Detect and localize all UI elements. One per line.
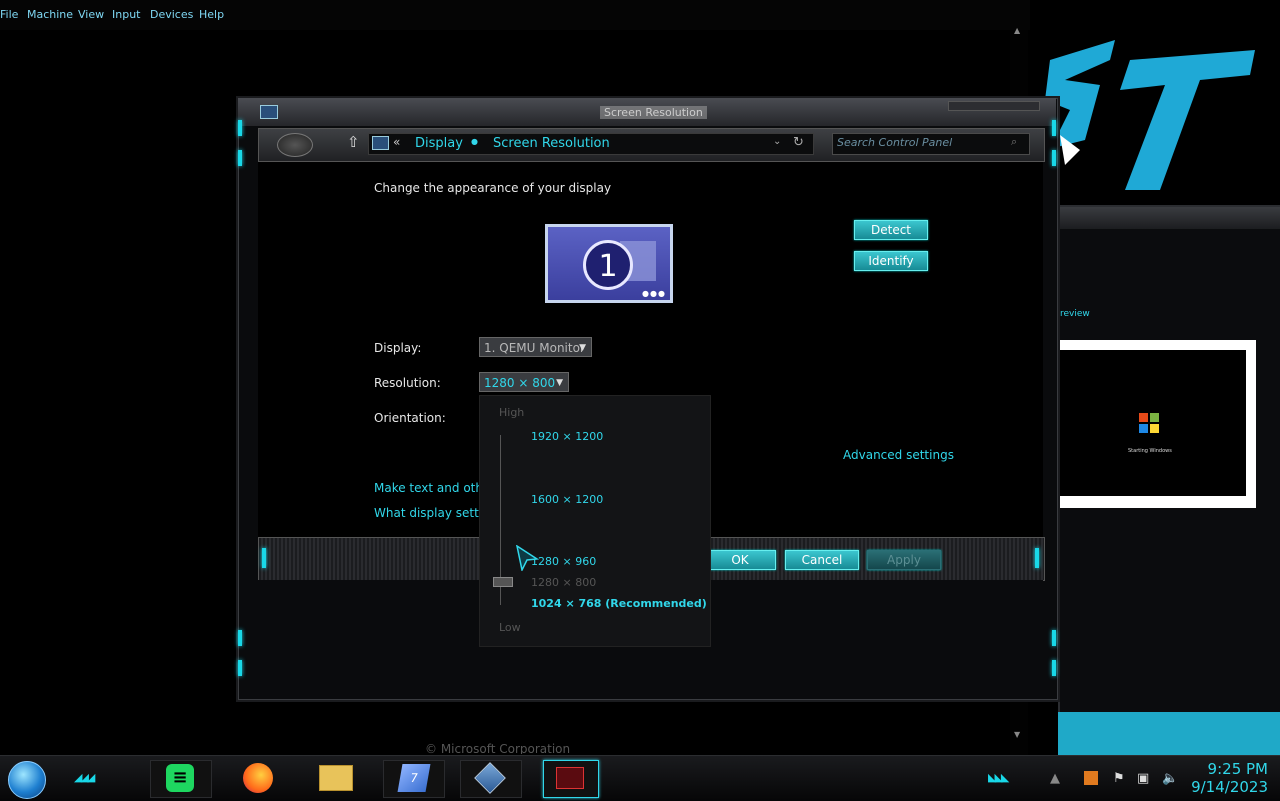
network-icon[interactable]: ▣ bbox=[1137, 771, 1149, 786]
wallpaper-logo-graphic bbox=[1045, 40, 1255, 190]
text-size-link[interactable]: Make text and other bbox=[374, 481, 495, 495]
background-window-link[interactable]: review bbox=[1060, 309, 1090, 319]
menu-view[interactable]: View bbox=[78, 8, 104, 21]
search-icon[interactable]: ⌕ bbox=[1011, 135, 1017, 149]
windows-7-app-icon[interactable]: 7 bbox=[394, 762, 434, 794]
virtualbox-icon[interactable] bbox=[470, 762, 510, 794]
detect-button[interactable]: Detect bbox=[854, 220, 928, 240]
menu-machine[interactable]: Machine bbox=[27, 8, 73, 21]
boot-preview-caption: Starting Windows bbox=[1128, 448, 1172, 454]
file-explorer-icon[interactable] bbox=[316, 762, 356, 794]
copyright-text: © Microsoft Corporation bbox=[425, 742, 571, 754]
frame-accent bbox=[1052, 630, 1056, 646]
display-select-value: 1. QEMU Monitor bbox=[484, 341, 585, 355]
orientation-label: Orientation: bbox=[374, 411, 446, 425]
menu-file[interactable]: File bbox=[0, 8, 18, 21]
resolution-label: Resolution: bbox=[374, 376, 441, 390]
breadcrumb-bullet: ● bbox=[471, 137, 478, 146]
page-heading: Change the appearance of your display bbox=[374, 181, 612, 195]
resolution-select-value: 1280 × 800 bbox=[484, 376, 556, 390]
boot-preview-screen: Starting Windows bbox=[1060, 350, 1246, 496]
window-controls[interactable] bbox=[948, 101, 1040, 111]
chevron-down-icon: ▼ bbox=[556, 378, 563, 388]
spotify-icon[interactable]: ≡ bbox=[160, 762, 200, 794]
frame-accent bbox=[238, 150, 242, 166]
frame-accent bbox=[238, 630, 242, 646]
frame-accent bbox=[262, 548, 266, 568]
windows-logo-icon bbox=[1138, 412, 1160, 434]
media-app-icon[interactable] bbox=[550, 762, 590, 794]
apply-button[interactable]: Apply bbox=[867, 550, 941, 570]
frame-accent bbox=[238, 660, 242, 676]
background-window-accent bbox=[1058, 712, 1280, 758]
mouse-cursor-icon bbox=[516, 545, 539, 571]
advanced-settings-link[interactable]: Advanced settings bbox=[843, 448, 954, 462]
dots-icon: ●●● bbox=[642, 289, 666, 298]
chevron-down-icon: ▼ bbox=[579, 343, 586, 353]
frame-accent bbox=[1052, 120, 1056, 136]
cancel-button[interactable]: Cancel bbox=[785, 550, 859, 570]
slider-high-label: High bbox=[499, 406, 525, 419]
tray-app-icon[interactable] bbox=[1084, 771, 1098, 785]
ok-button[interactable]: OK bbox=[704, 550, 776, 570]
address-field[interactable]: « Display ● Screen Resolution ⌄ ↻ bbox=[368, 133, 814, 155]
resolution-option[interactable]: 1280 × 960 bbox=[531, 555, 596, 568]
display-select[interactable]: 1. QEMU Monitor ▼ bbox=[479, 337, 592, 357]
breadcrumb-display[interactable]: Display bbox=[415, 136, 463, 151]
vbox-menu-bar: File Machine View Input Devices Help bbox=[0, 0, 1030, 30]
volume-icon[interactable]: 🔈 bbox=[1162, 771, 1178, 786]
search-placeholder: Search Control Panel bbox=[837, 136, 953, 149]
resolution-select[interactable]: 1280 × 800 ▼ bbox=[479, 372, 569, 392]
up-arrow-icon[interactable]: ⇧ bbox=[347, 133, 360, 151]
refresh-icon[interactable]: ↻ bbox=[793, 135, 804, 150]
scroll-up-icon[interactable]: ▲ bbox=[1014, 26, 1020, 35]
frame-accent bbox=[1052, 150, 1056, 166]
taskbar-accent: ◢◢◢ bbox=[74, 771, 95, 784]
firefox-icon[interactable] bbox=[238, 762, 278, 794]
resolution-slider-thumb[interactable] bbox=[493, 577, 513, 587]
back-forward-orb-icon[interactable] bbox=[277, 133, 313, 157]
tray-expand-icon[interactable]: ▲ bbox=[1050, 771, 1060, 786]
clock-time: 9:25 PM bbox=[1207, 760, 1268, 778]
background-window-titlebar[interactable] bbox=[1060, 207, 1280, 229]
breadcrumb-separator: « bbox=[393, 135, 401, 149]
chevron-down-icon[interactable]: ⌄ bbox=[773, 136, 781, 147]
control-panel-icon bbox=[260, 105, 278, 119]
frame-accent bbox=[238, 120, 242, 136]
resolution-option-recommended[interactable]: 1024 × 768 (Recommended) bbox=[531, 597, 707, 610]
clock[interactable]: 9:25 PM 9/14/2023 bbox=[1191, 760, 1268, 796]
start-orb-icon[interactable] bbox=[8, 761, 46, 799]
taskbar-accent: ◣◣◣ bbox=[988, 771, 1009, 784]
menu-help[interactable]: Help bbox=[199, 8, 224, 21]
window-title: Screen Resolution bbox=[600, 106, 707, 119]
scroll-down-icon[interactable]: ▼ bbox=[1014, 730, 1020, 739]
clock-date: 9/14/2023 bbox=[1191, 778, 1268, 796]
resolution-option-selected[interactable]: 1280 × 800 bbox=[531, 576, 596, 589]
frame-accent bbox=[1035, 548, 1039, 568]
monitor-number: 1 bbox=[583, 240, 633, 290]
display-icon bbox=[372, 136, 389, 150]
display-label: Display: bbox=[374, 341, 422, 355]
resolution-option[interactable]: 1920 × 1200 bbox=[531, 430, 603, 443]
frame-accent bbox=[1052, 660, 1056, 676]
resolution-option[interactable]: 1600 × 1200 bbox=[531, 493, 603, 506]
slider-low-label: Low bbox=[499, 621, 521, 634]
search-input[interactable]: Search Control Panel ⌕ bbox=[832, 133, 1030, 155]
menu-devices[interactable]: Devices bbox=[150, 8, 193, 21]
menu-input[interactable]: Input bbox=[112, 8, 140, 21]
breadcrumb-screen-resolution[interactable]: Screen Resolution bbox=[493, 136, 610, 151]
identify-button[interactable]: Identify bbox=[854, 251, 928, 271]
action-center-icon[interactable]: ⚑ bbox=[1113, 771, 1125, 786]
